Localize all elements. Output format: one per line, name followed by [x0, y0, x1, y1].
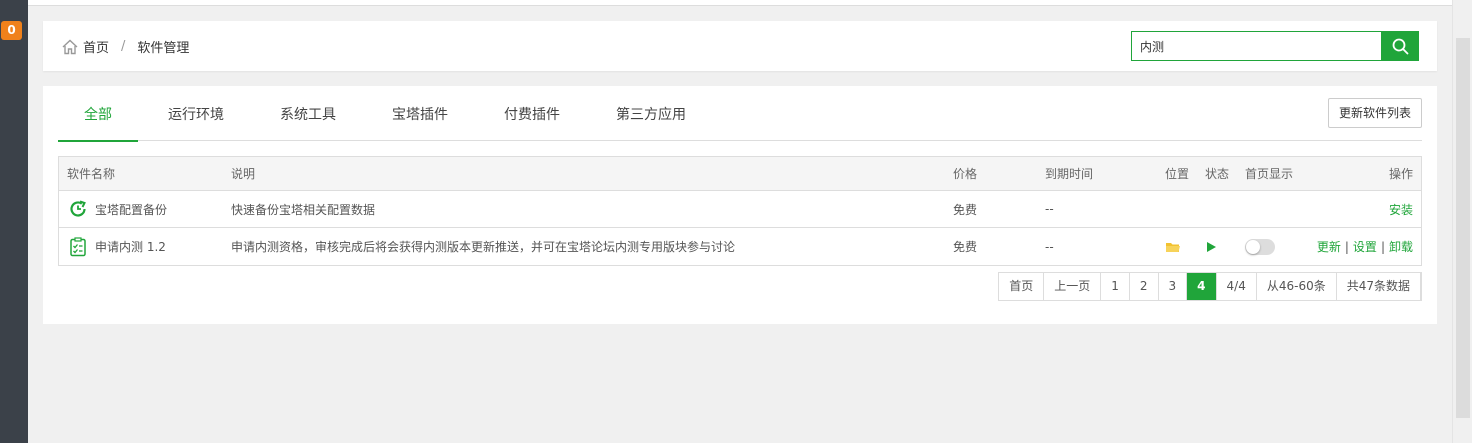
top-bar — [28, 0, 1452, 6]
header-desc: 说明 — [231, 167, 256, 181]
page-first[interactable]: 首页 — [999, 273, 1045, 300]
header-position: 位置 — [1165, 167, 1190, 181]
breadcrumb-current: 软件管理 — [137, 41, 190, 56]
update-link[interactable]: 更新 — [1317, 238, 1341, 255]
software-panel: 全部 运行环境 系统工具 宝塔插件 付费插件 第三方应用 更新软件列表 软件名称… — [43, 86, 1437, 324]
search-button[interactable] — [1381, 31, 1419, 61]
op-cell: 更新 | 设置 | 卸载 — [1317, 228, 1413, 265]
header-expire: 到期时间 — [1045, 167, 1094, 181]
breadcrumb-home[interactable]: 首页 — [83, 37, 109, 56]
software-name: 申请内测 1.2 — [95, 240, 166, 254]
header-name: 软件名称 — [67, 167, 116, 181]
header-home: 首页显示 — [1245, 167, 1294, 181]
home-display-cell — [1245, 228, 1275, 265]
software-expire: -- — [1045, 239, 1054, 254]
page-1[interactable]: 1 — [1101, 273, 1130, 300]
software-price: 免费 — [953, 240, 978, 254]
software-table: 软件名称 说明 价格 到期时间 位置 状态 首页显示 操作 宝塔配置备份 快速备 — [58, 156, 1422, 266]
tab-all[interactable]: 全部 — [58, 98, 138, 142]
uninstall-link[interactable]: 卸载 — [1389, 238, 1413, 255]
tab-runtime[interactable]: 运行环境 — [142, 98, 250, 141]
tab-paid-plugins[interactable]: 付费插件 — [478, 98, 586, 141]
page-current[interactable]: 4 — [1187, 273, 1217, 300]
home-display-toggle[interactable] — [1245, 238, 1275, 255]
software-price: 免费 — [953, 202, 978, 217]
page-total: 共47条数据 — [1337, 273, 1421, 300]
category-tabs: 全部 运行环境 系统工具 宝塔插件 付费插件 第三方应用 — [58, 98, 1422, 142]
notification-badge[interactable]: 0 — [1, 21, 22, 40]
install-link[interactable]: 安装 — [1389, 201, 1413, 218]
search-icon — [1392, 38, 1408, 54]
tab-bt-plugins[interactable]: 宝塔插件 — [366, 98, 474, 141]
tab-system-tools[interactable]: 系统工具 — [254, 98, 362, 141]
header-state: 状态 — [1205, 167, 1230, 181]
page-prev[interactable]: 上一页 — [1044, 273, 1102, 300]
breadcrumb: 首页 / 软件管理 — [61, 37, 189, 56]
software-name-cell: 宝塔配置备份 — [67, 191, 167, 227]
page-3[interactable]: 3 — [1159, 273, 1188, 300]
search-box — [1131, 31, 1419, 61]
op-separator: | — [1380, 239, 1385, 254]
header-op: 操作 — [1388, 167, 1413, 181]
table-row: 宝塔配置备份 快速备份宝塔相关配置数据 免费 -- 安装 — [59, 191, 1421, 228]
scrollbar-thumb[interactable] — [1456, 38, 1470, 418]
folder-icon[interactable] — [1165, 240, 1181, 254]
header-price: 价格 — [953, 167, 978, 181]
scrollbar[interactable] — [1452, 0, 1472, 443]
software-name: 宝塔配置备份 — [95, 202, 168, 217]
state-cell — [1205, 228, 1217, 265]
software-name-cell: 申请内测 1.2 — [67, 228, 166, 265]
software-desc: 快速备份宝塔相关配置数据 — [231, 202, 376, 217]
page-2[interactable]: 2 — [1130, 273, 1159, 300]
sidebar: 0 — [0, 0, 28, 443]
table-header: 软件名称 说明 价格 到期时间 位置 状态 首页显示 操作 — [59, 157, 1421, 191]
home-icon[interactable] — [61, 38, 79, 56]
op-separator: | — [1344, 239, 1349, 254]
update-software-list-button[interactable]: 更新软件列表 — [1328, 98, 1422, 128]
checklist-icon — [67, 236, 89, 258]
page-range: 从46-60条 — [1257, 273, 1337, 300]
tab-third-party[interactable]: 第三方应用 — [590, 98, 712, 141]
software-expire: -- — [1045, 202, 1054, 216]
op-cell: 安装 — [1389, 191, 1413, 227]
search-input[interactable] — [1131, 31, 1381, 61]
breadcrumb-card: 首页 / 软件管理 — [43, 21, 1437, 71]
play-icon[interactable] — [1205, 241, 1217, 253]
backup-icon — [67, 198, 89, 220]
pagination: 首页 上一页 1 2 3 4 4/4 从46-60条 共47条数据 — [998, 272, 1422, 301]
software-desc: 申请内测资格，审核完成后将会获得内测版本更新推送，并可在宝塔论坛内测专用版块参与… — [231, 240, 736, 254]
position-cell — [1165, 228, 1181, 265]
table-row: 申请内测 1.2 申请内测资格，审核完成后将会获得内测版本更新推送，并可在宝塔论… — [59, 228, 1421, 265]
breadcrumb-separator: / — [121, 39, 126, 54]
page-ratio: 4/4 — [1217, 273, 1257, 300]
settings-link[interactable]: 设置 — [1353, 238, 1377, 255]
